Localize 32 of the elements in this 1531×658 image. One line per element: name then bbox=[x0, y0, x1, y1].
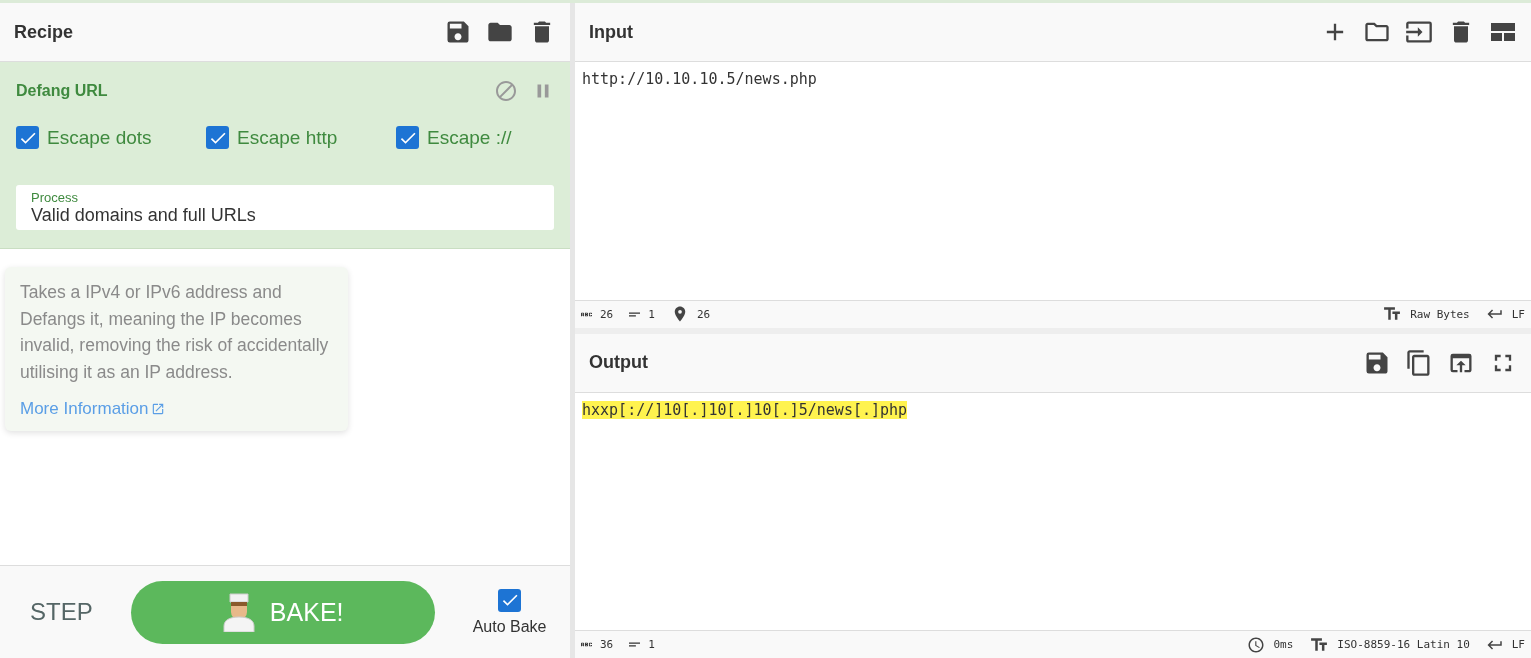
auto-bake-checkbox[interactable] bbox=[498, 588, 522, 612]
process-field[interactable]: Process Valid domains and full URLs bbox=[16, 185, 554, 230]
line-count: 1 bbox=[648, 307, 655, 321]
encoding-label[interactable]: ISO-8859-16 Latin 10 bbox=[1337, 638, 1470, 651]
output-text: hxxp[://]10[.]10[.]10[.]5/news[.]php bbox=[582, 400, 908, 419]
operation-name: Defang URL bbox=[16, 82, 108, 100]
encoding-label[interactable]: Raw Bytes bbox=[1410, 307, 1470, 321]
cursor-position: 26 bbox=[696, 307, 711, 321]
tooltip-text: Takes a IPv4 or IPv6 address and Defangs it, meaning the IP becomes invalid, removing the risk of accidentally utilising it as an IP address. bbox=[20, 281, 330, 384]
character-count: 26 bbox=[600, 307, 614, 321]
step-button[interactable]: STEP bbox=[30, 598, 93, 626]
recipe-title: Recipe bbox=[14, 21, 74, 43]
eol-label[interactable]: LF bbox=[1511, 638, 1525, 651]
lines-icon bbox=[629, 639, 641, 650]
checkbox[interactable] bbox=[16, 126, 39, 149]
character-count: 36 bbox=[600, 638, 614, 651]
eol-label[interactable]: LF bbox=[1511, 307, 1525, 321]
clock-icon bbox=[1247, 635, 1266, 654]
checkbox-label: Escape dots bbox=[47, 126, 152, 149]
checkbox-label: Escape :// bbox=[427, 126, 512, 149]
input-text[interactable]: http://10.10.10.5/news.php bbox=[582, 70, 817, 88]
copy-icon[interactable] bbox=[1405, 348, 1433, 377]
checkbox-label: Escape http bbox=[237, 126, 338, 149]
line-count: 1 bbox=[648, 638, 655, 651]
external-link-icon bbox=[150, 402, 165, 416]
output-title: Output bbox=[589, 352, 648, 373]
checkbox[interactable] bbox=[206, 126, 229, 149]
chef-icon bbox=[221, 592, 256, 632]
input-title: Input bbox=[589, 21, 633, 43]
bake-time: 0ms bbox=[1273, 638, 1294, 651]
checkbox[interactable] bbox=[396, 126, 419, 149]
auto-bake-label: Auto Bake bbox=[472, 617, 547, 636]
